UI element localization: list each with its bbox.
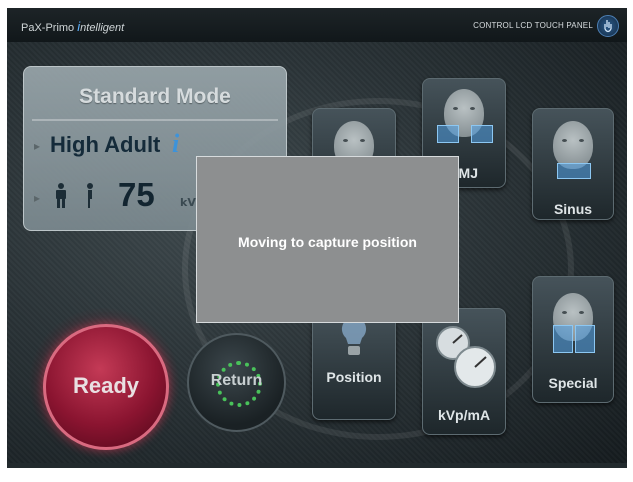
face-icon: [553, 121, 593, 169]
panel-label: CONTROL LCD TOUCH PANEL: [473, 21, 593, 30]
brand-logo: PaX-Primo intelligent: [21, 19, 124, 34]
tmj-left-region: [437, 125, 459, 143]
male-figure-icon: [54, 183, 68, 213]
bottom-strip: [7, 463, 627, 468]
tile-position[interactable]: Position: [312, 308, 396, 420]
touch-panel-screen: PaX-Primo intelligent CONTROL LCD TOUCH …: [7, 8, 627, 468]
return-button[interactable]: Return: [187, 333, 286, 432]
mode-title: Standard Mode: [79, 85, 231, 108]
chevron-right-icon: ▸: [34, 191, 41, 205]
divider: [32, 119, 278, 121]
special-region-right: [575, 325, 595, 353]
return-label: Return: [210, 372, 263, 389]
patient-type-i-mark: i: [172, 129, 180, 158]
tile-kvp-ma[interactable]: kVp/mA: [422, 308, 506, 435]
tile-sinus-label: Sinus: [553, 201, 593, 217]
patient-type: High Adult: [50, 132, 161, 157]
female-figure-icon: [84, 183, 96, 213]
tmj-right-region: [471, 125, 493, 143]
sinus-region: [557, 163, 591, 179]
tile-special-label: Special: [548, 375, 598, 391]
dialog-message: Moving to capture position: [238, 234, 417, 250]
special-region-left: [553, 325, 573, 353]
gauge-icon: [431, 319, 499, 397]
tile-sinus[interactable]: Sinus: [532, 108, 614, 220]
status-dialog: Moving to capture position: [196, 156, 459, 323]
ready-label: Ready: [72, 373, 140, 398]
brand-prefix: PaX-Primo: [21, 22, 75, 34]
brand-suffix: ntelligent: [80, 22, 125, 34]
ready-button[interactable]: Ready: [43, 324, 169, 450]
hand-touch-icon: [597, 15, 619, 37]
kvp-value: 75: [118, 176, 155, 213]
tile-special[interactable]: Special: [532, 276, 614, 403]
tile-kvp-ma-label: kVp/mA: [437, 407, 491, 423]
top-bar: PaX-Primo intelligent CONTROL LCD TOUCH …: [7, 8, 627, 42]
chevron-right-icon: ▸: [34, 139, 41, 153]
tile-position-label: Position: [326, 369, 382, 385]
